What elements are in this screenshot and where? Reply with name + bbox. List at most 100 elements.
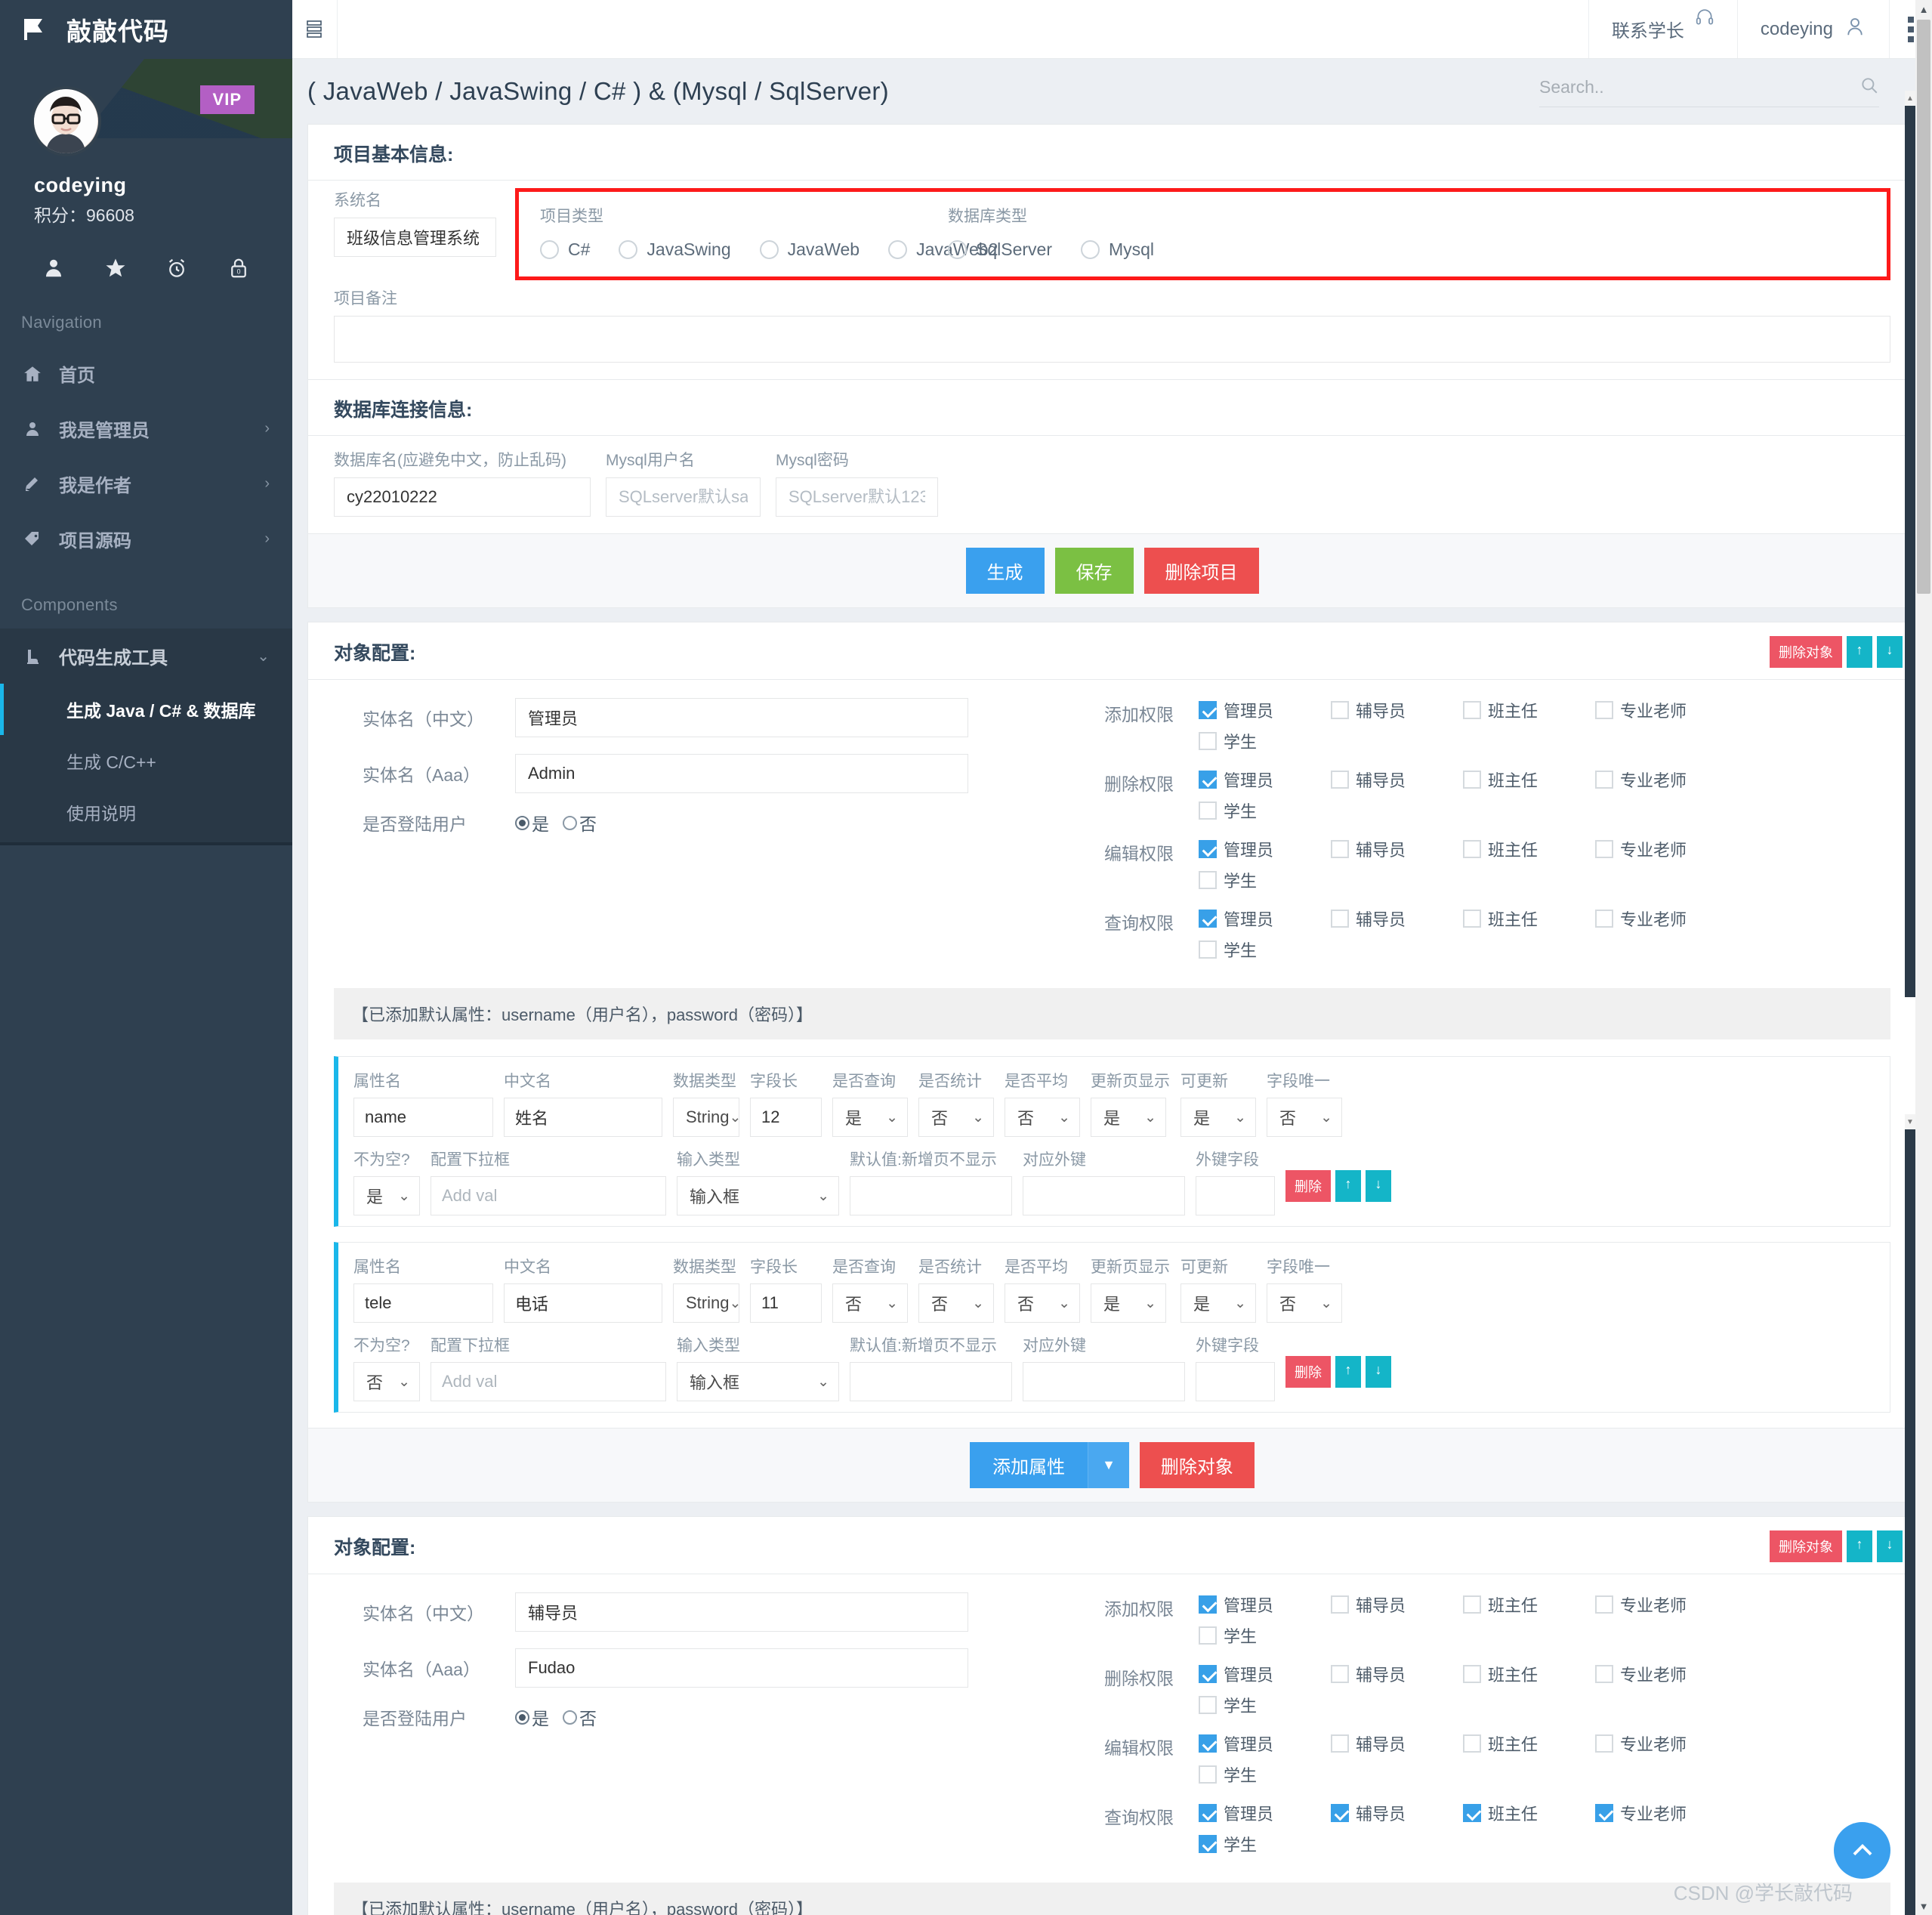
permission-checkbox[interactable]: 学生 (1199, 1693, 1890, 1717)
attr-defaultval-input[interactable] (850, 1362, 1012, 1401)
permission-checkbox[interactable]: 班主任 (1463, 1801, 1595, 1825)
radio-db-type-sqlserver[interactable]: SqlServer (948, 239, 1052, 260)
attr-updateshow-select[interactable]: 是 ⌄ (1091, 1098, 1166, 1137)
entity-cn-input[interactable] (515, 698, 968, 737)
attr-cnname-input[interactable] (504, 1283, 662, 1323)
sidebar-subitem-generate-java[interactable]: 生成 Java / C# & 数据库 (0, 684, 292, 735)
move-object-down-button[interactable]: ↓ (1877, 1530, 1903, 1562)
permission-checkbox[interactable]: 辅导员 (1331, 1801, 1463, 1825)
permission-checkbox[interactable]: 学生 (1199, 1762, 1890, 1787)
window-scrollbar[interactable]: ▲ ▼ (1915, 0, 1932, 1915)
permission-checkbox[interactable]: 学生 (1199, 1623, 1890, 1648)
entity-cn-input[interactable] (515, 1592, 968, 1632)
attr-updateshow-select[interactable]: 是 ⌄ (1091, 1283, 1166, 1323)
move-object-down-button[interactable]: ↓ (1877, 636, 1903, 668)
search-icon[interactable] (1859, 76, 1879, 99)
permission-checkbox[interactable]: 班主任 (1463, 1731, 1595, 1756)
attr-cnname-input[interactable] (504, 1098, 662, 1137)
save-button[interactable]: 保存 (1054, 548, 1134, 594)
search-box[interactable] (1539, 76, 1879, 107)
permission-checkbox[interactable]: 管理员 (1199, 1662, 1331, 1686)
move-object-up-button[interactable]: ↑ (1847, 636, 1872, 668)
sidebar-item-author[interactable]: 我是作者 › (0, 456, 292, 511)
sidebar-item-home[interactable]: 首页 (0, 346, 292, 401)
permission-checkbox[interactable]: 管理员 (1199, 1592, 1331, 1617)
attr-fkfield-input[interactable] (1196, 1362, 1275, 1401)
permission-checkbox[interactable]: 管理员 (1199, 698, 1331, 722)
dbpwd-input[interactable] (776, 477, 938, 517)
permission-checkbox[interactable]: 管理员 (1199, 907, 1331, 931)
permission-checkbox[interactable]: 专业老师 (1595, 1731, 1727, 1756)
attr-averagable-select[interactable]: 否 ⌄ (1005, 1283, 1080, 1323)
attr-fieldlen-input[interactable] (750, 1098, 822, 1137)
radio-login-no[interactable]: 否 (552, 810, 597, 835)
permission-checkbox[interactable]: 班主任 (1463, 907, 1595, 931)
dbname-input[interactable] (334, 477, 591, 517)
entity-aaa-input[interactable] (515, 754, 968, 793)
add-attribute-dropdown-icon[interactable]: ▼ (1088, 1442, 1129, 1488)
attr-notnull-select[interactable]: 是 ⌄ (353, 1176, 420, 1215)
permission-checkbox[interactable]: 专业老师 (1595, 768, 1727, 792)
user-menu-button[interactable]: codeying (1738, 0, 1890, 58)
permission-checkbox[interactable]: 辅导员 (1331, 837, 1463, 861)
attr-notnull-select[interactable]: 否 ⌄ (353, 1362, 420, 1401)
entity-aaa-input[interactable] (515, 1648, 968, 1688)
scroll-down-arrow-icon[interactable]: ▼ (1915, 1897, 1932, 1915)
attr-fieldlen-input[interactable] (750, 1283, 822, 1323)
delete-object-bottom-button[interactable]: 删除对象 (1139, 1442, 1255, 1488)
radio-login-yes[interactable]: 是 (515, 1704, 549, 1730)
attr-averagable-select[interactable]: 否 ⌄ (1005, 1098, 1080, 1137)
attr-dropdown-input[interactable] (431, 1176, 666, 1215)
attr-queryable-select[interactable]: 是 ⌄ (832, 1098, 908, 1137)
permission-checkbox[interactable]: 辅导员 (1331, 1592, 1463, 1617)
dbuser-input[interactable] (606, 477, 761, 517)
radio-db-type-mysql[interactable]: Mysql (1080, 239, 1154, 260)
permission-checkbox[interactable]: 班主任 (1463, 1592, 1595, 1617)
permission-checkbox[interactable]: 班主任 (1463, 837, 1595, 861)
delete-attribute-button[interactable]: 删除 (1285, 1170, 1331, 1202)
permission-checkbox[interactable]: 学生 (1199, 1832, 1890, 1856)
system-name-input[interactable] (334, 218, 496, 257)
scroll-to-top-button[interactable] (1834, 1822, 1890, 1879)
permission-checkbox[interactable]: 辅导员 (1331, 1731, 1463, 1756)
permission-checkbox[interactable]: 管理员 (1199, 837, 1331, 861)
permission-checkbox[interactable]: 辅导员 (1331, 1662, 1463, 1686)
attr-datatype-select[interactable]: String ⌄ (673, 1098, 741, 1137)
radio-project-type-javaswing[interactable]: JavaSwing (619, 239, 731, 260)
remark-textarea[interactable] (334, 316, 1890, 363)
attr-unique-select[interactable]: 否 ⌄ (1267, 1098, 1342, 1137)
permission-checkbox[interactable]: 管理员 (1199, 768, 1331, 792)
attr-inputtype-select[interactable]: 输入框 ⌄ (677, 1362, 839, 1401)
permission-checkbox[interactable]: 专业老师 (1595, 907, 1727, 931)
attr-statable-select[interactable]: 否 ⌄ (918, 1283, 994, 1323)
attr-unique-select[interactable]: 否 ⌄ (1267, 1283, 1342, 1323)
attr-inputtype-select[interactable]: 输入框 ⌄ (677, 1176, 839, 1215)
generate-button[interactable]: 生成 (965, 548, 1045, 594)
permission-checkbox[interactable]: 学生 (1199, 729, 1890, 753)
radio-project-type-javaweb[interactable]: JavaWeb (759, 239, 860, 260)
attr-name-input[interactable] (353, 1098, 493, 1137)
sidebar-item-codegen-tools[interactable]: 代码生成工具 ⌄ (0, 629, 292, 684)
attr-queryable-select[interactable]: 否 ⌄ (832, 1283, 908, 1323)
move-attribute-down-button[interactable]: ↓ (1366, 1356, 1391, 1388)
permission-checkbox[interactable]: 辅导员 (1331, 768, 1463, 792)
permission-checkbox[interactable]: 班主任 (1463, 698, 1595, 722)
move-object-up-button[interactable]: ↑ (1847, 1530, 1872, 1562)
permission-checkbox[interactable]: 班主任 (1463, 1662, 1595, 1686)
permission-checkbox[interactable]: 辅导员 (1331, 698, 1463, 722)
delete-object-button[interactable]: 删除对象 (1770, 1530, 1842, 1562)
permission-checkbox[interactable]: 管理员 (1199, 1731, 1331, 1756)
permission-checkbox[interactable]: 专业老师 (1595, 698, 1727, 722)
inner-scrollbar[interactable] (1905, 106, 1915, 997)
scroll-up-arrow-icon[interactable]: ▲ (1915, 0, 1932, 18)
move-attribute-down-button[interactable]: ↓ (1366, 1170, 1391, 1202)
permission-checkbox[interactable]: 辅导员 (1331, 907, 1463, 931)
attr-statable-select[interactable]: 否 ⌄ (918, 1098, 994, 1137)
attr-updatable-select[interactable]: 是 ⌄ (1180, 1098, 1256, 1137)
radio-project-type-csharp[interactable]: C# (540, 239, 590, 260)
attr-dropdown-input[interactable] (431, 1362, 666, 1401)
move-attribute-up-button[interactable]: ↑ (1335, 1170, 1361, 1202)
add-attribute-button[interactable]: 添加属性 (970, 1442, 1088, 1488)
inner-scrollbar-lower[interactable] (1905, 1129, 1915, 1915)
sidebar-subitem-instructions[interactable]: 使用说明 (0, 786, 292, 838)
